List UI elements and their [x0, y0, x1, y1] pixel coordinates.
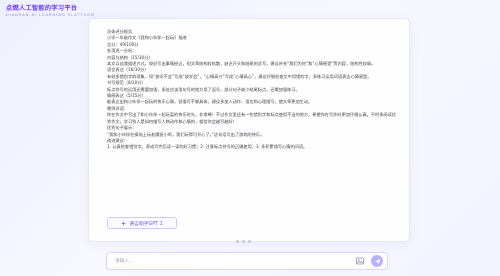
message-line: 本文以自我描述方式，较好写出事情经过，但文章结构较松散，缺乏开头和结尾的总写，建…: [107, 61, 376, 67]
send-icon: [374, 258, 380, 264]
chat-panel: 总体评分报告 小学一年级作文《我和小伙伴一起玩》批改 总分：49/100分 各项…: [88, 18, 410, 242]
loading-dot: [248, 240, 251, 243]
assistant-message: 总体评分报告 小学一年级作文《我和小伙伴一起玩》批改 总分：49/100分 各项…: [107, 29, 397, 151]
loading-dot: [242, 240, 245, 243]
brand: 点燃人工智能的学习平台 DIANRAN AI LEARNING PLATFORM: [6, 5, 95, 18]
message-line: 1. 认真检查错别字，养成写完后读一读的好习惯；2. 注意标点符号的正确使用；3…: [107, 144, 308, 150]
send-button[interactable]: [371, 255, 383, 267]
regenerate-label: 语言助手GPT 1: [129, 221, 163, 227]
regenerate-button[interactable]: 语言助手GPT 1: [107, 217, 177, 229]
chat-input[interactable]: [107, 257, 355, 265]
loading-dot: [236, 240, 239, 243]
brand-subtitle: DIANRAN AI LEARNING PLATFORM: [6, 13, 95, 18]
loading-indicator: [236, 240, 251, 243]
message-line: 你在作文中写出了和小伙伴一起玩耍的快乐时光，非常棒！不过作文里还有一些错别字和标…: [107, 112, 396, 124]
brand-title: 点燃人工智能的学习平台: [6, 5, 78, 12]
message-line: 有较多错别字的现象，如“放学不会”写成“放学会”，“心情高兴”写成“心情高心”，…: [107, 73, 372, 79]
sparkle-icon: [121, 220, 127, 226]
chat-input-bar: [106, 252, 388, 270]
image-icon[interactable]: [355, 256, 365, 266]
